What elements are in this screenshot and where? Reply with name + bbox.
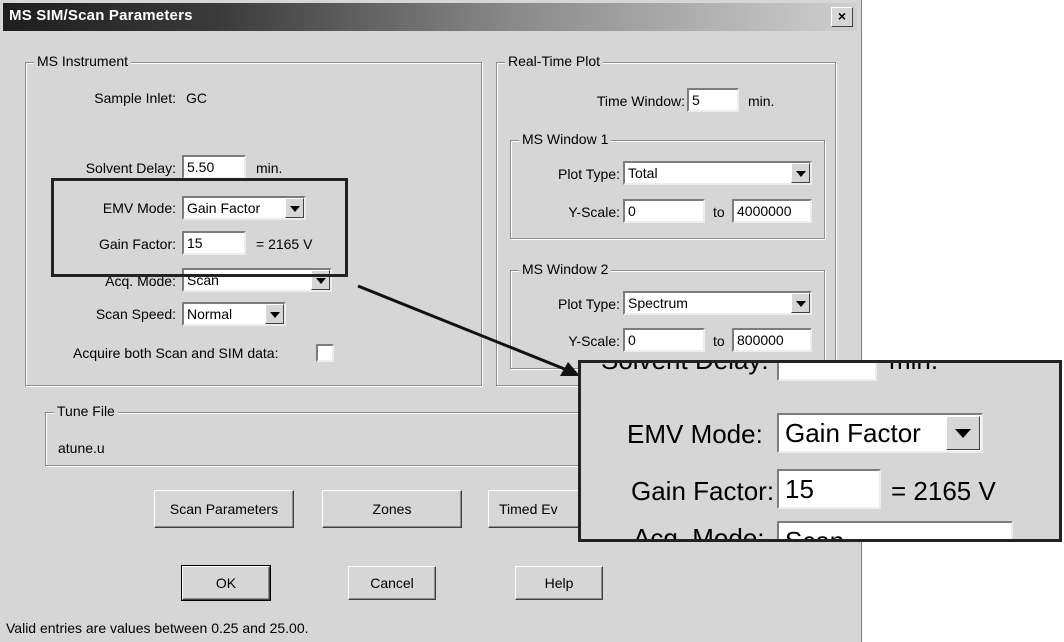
scan-speed-value: Normal — [187, 306, 233, 322]
help-button[interactable]: Help — [515, 566, 603, 600]
zoom-emv-mode-select: Gain Factor — [777, 413, 983, 453]
zoom-gain-factor-label: Gain Factor: — [631, 476, 775, 506]
tune-file-legend: Tune File — [54, 403, 118, 419]
scan-speed-dropdown-icon[interactable] — [265, 304, 284, 324]
scan-speed-select[interactable]: Normal — [182, 302, 286, 326]
ms2-y-min-input[interactable]: 0 — [623, 328, 705, 352]
zoom-acq-mode-label: Acq. Mode: — [633, 523, 765, 542]
ms1-plot-type-dropdown-icon[interactable] — [791, 163, 810, 183]
zoom-solvent-delay-input — [777, 363, 877, 381]
zoom-solvent-delay-unit: min. — [889, 360, 939, 375]
ms1-y-scale-label: Y-Scale: — [568, 204, 620, 220]
ms2-plot-type-dropdown-icon[interactable] — [791, 293, 810, 313]
sample-inlet-label: Sample Inlet: — [94, 90, 176, 106]
ms-window-1-group: MS Window 1 — [510, 131, 825, 239]
scan-parameters-button[interactable]: Scan Parameters — [154, 490, 294, 528]
ms-instrument-legend: MS Instrument — [34, 53, 132, 69]
tune-file-value: atune.u — [58, 440, 105, 456]
scan-speed-label: Scan Speed: — [95, 306, 176, 322]
ms2-plot-type-value: Spectrum — [628, 295, 688, 311]
ms1-plot-type-value: Total — [628, 165, 658, 181]
zoom-acq-mode-select: Scan — [777, 521, 1013, 542]
ms-window-2-legend: MS Window 2 — [519, 261, 612, 277]
ms1-plot-type-label: Plot Type: — [557, 166, 620, 182]
ms2-plot-type-label: Plot Type: — [557, 296, 620, 312]
sample-inlet-value: GC — [186, 90, 207, 106]
ok-button[interactable]: OK — [181, 565, 271, 601]
solvent-delay-unit: min. — [256, 160, 283, 176]
window-title: MS SIM/Scan Parameters — [9, 7, 193, 24]
ms2-y-scale-label: Y-Scale: — [568, 333, 620, 349]
zoom-acq-mode-value: Scan — [785, 526, 845, 542]
ms1-to-label: to — [713, 204, 725, 220]
zoom-solvent-delay-label: Solvent Delay: — [601, 360, 769, 375]
close-button[interactable]: × — [831, 7, 853, 27]
highlight-box — [51, 178, 348, 277]
close-icon: × — [837, 8, 847, 24]
ms1-y-min-input[interactable]: 0 — [623, 199, 705, 223]
zoom-gain-factor-voltage: = 2165 V — [891, 476, 996, 506]
solvent-delay-label: Solvent Delay: — [85, 160, 176, 176]
title-bar: MS SIM/Scan Parameters × — [3, 3, 857, 31]
ms1-plot-type-select[interactable]: Total — [623, 161, 812, 185]
time-window-label: Time Window: — [596, 93, 685, 109]
real-time-plot-legend: Real-Time Plot — [505, 53, 604, 69]
zoom-dropdown-icon — [946, 416, 980, 450]
ms2-plot-type-select[interactable]: Spectrum — [623, 291, 812, 315]
ms2-y-max-input[interactable]: 800000 — [732, 328, 812, 352]
zoom-gain-factor-input: 15 — [777, 469, 881, 509]
ms-sim-scan-dialog: MS SIM/Scan Parameters × MS Instrument S… — [0, 0, 862, 642]
solvent-delay-input[interactable]: 5.50 — [182, 155, 246, 179]
ms-window-1-legend: MS Window 1 — [519, 131, 612, 147]
time-window-unit: min. — [748, 93, 775, 109]
zones-button[interactable]: Zones — [322, 490, 462, 528]
zoom-emv-mode-label: EMV Mode: — [627, 419, 763, 449]
acquire-both-label: Acquire both Scan and SIM data: — [73, 345, 279, 361]
time-window-input[interactable]: 5 — [687, 88, 739, 112]
acquire-both-checkbox[interactable] — [316, 344, 334, 362]
zoom-callout: Solvent Delay: min. EMV Mode: Gain Facto… — [578, 360, 1062, 542]
status-text: Valid entries are values between 0.25 an… — [6, 620, 309, 636]
cancel-button[interactable]: Cancel — [348, 566, 436, 600]
ms-window-2-group: MS Window 2 — [510, 261, 825, 369]
ms2-to-label: to — [713, 333, 725, 349]
zoom-emv-mode-value: Gain Factor — [785, 418, 921, 448]
ms1-y-max-input[interactable]: 4000000 — [732, 199, 812, 223]
